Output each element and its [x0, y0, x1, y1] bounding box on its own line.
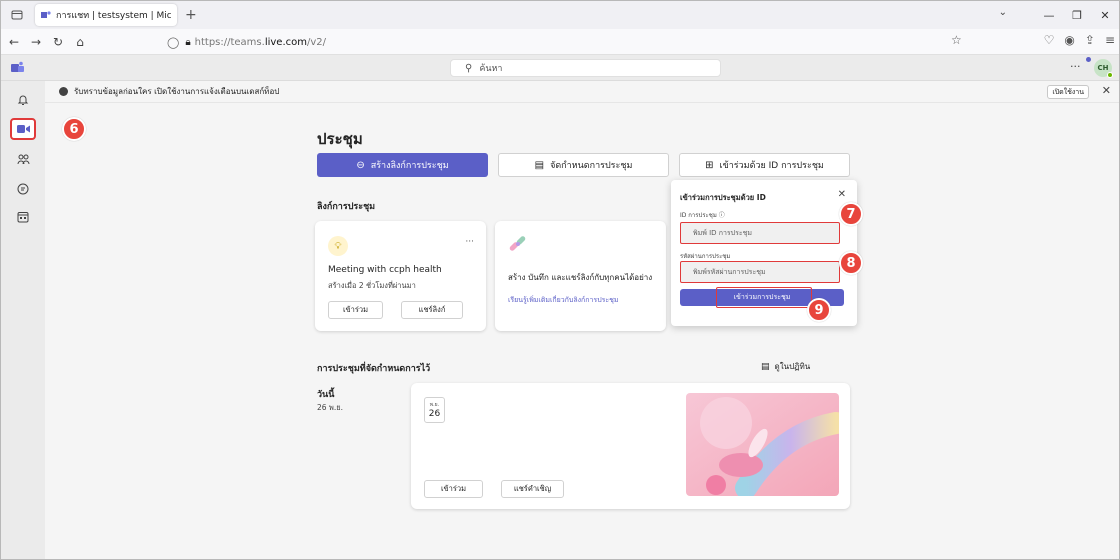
banner-text: รับทราบข้อมูลก่อนใคร เปิดใช้งานการแจ้งเต… [74, 87, 280, 96]
tab-list-icon[interactable] [7, 5, 27, 25]
lightbulb-icon: 💡︎ [328, 236, 348, 256]
scheduled-meeting-card[interactable]: พ.ย. 26 เข้าร่วม แชร์คำเชิญ [411, 383, 850, 509]
community-icon[interactable] [10, 148, 36, 170]
share-invite-button[interactable]: แชร์คำเชิญ [501, 480, 564, 498]
date-day: 26 [428, 409, 441, 419]
teams-favicon-icon [41, 11, 51, 18]
page-title: ประชุม [317, 130, 363, 148]
minimize-icon[interactable]: — [1035, 9, 1063, 22]
join-button[interactable]: เข้าร่วม [424, 480, 483, 498]
join-button[interactable]: เข้าร่วม [328, 301, 383, 319]
back-icon[interactable]: ← [5, 35, 23, 49]
shield-icon: ◯ [167, 35, 180, 49]
link-icon: ⊖ [356, 159, 365, 171]
schedule-label: จัดกำหนดการประชุม [550, 161, 633, 171]
section-heading-links: ลิงก์การประชุม [317, 202, 376, 212]
meeting-subtitle: สร้างเมื่อ 2 ชั่วโมงที่ผ่านมา [328, 281, 416, 290]
date-chip: พ.ย. 26 [424, 397, 445, 423]
meet-page: ประชุม ⊖ สร้างลิงก์การประชุม ▤ จัดกำหนดก… [45, 103, 1119, 559]
avatar-initials: CH [1097, 64, 1109, 72]
notification-banner: รับทราบข้อมูลก่อนใคร เปิดใช้งานการแจ้งเต… [45, 81, 1119, 103]
browser-navbar: ← → ↻ ⌂ ◯ 🔒︎ https://teams. live.com/v2/ … [1, 29, 1119, 55]
activity-bell-icon[interactable] [10, 89, 36, 111]
meeting-id-label: ID การประชุม ⓘ [680, 212, 725, 219]
restore-icon[interactable]: ❐ [1063, 9, 1091, 22]
passcode-label: รหัสผ่านการประชุม [680, 253, 731, 260]
join-with-id-button[interactable]: ⊞ เข้าร่วมด้วย ID การประชุม [679, 153, 850, 177]
new-tab-button[interactable]: + [185, 7, 197, 23]
create-meeting-link-button[interactable]: ⊖ สร้างลิงก์การประชุม [317, 153, 488, 177]
view-in-calendar-link[interactable]: ▤ ดูในปฏิทิน [761, 360, 810, 373]
step-marker-8: 8 [839, 251, 863, 275]
calendar-icon[interactable] [10, 206, 36, 228]
calendar-icon: ▤ [534, 159, 545, 171]
chat-icon[interactable] [10, 178, 36, 200]
toolbar-icons: ♡ ◉ ⇪ ≡ [1044, 33, 1115, 47]
calendar-icon: ▤ [761, 361, 770, 372]
url-host: live.com [264, 36, 307, 48]
info-icon [59, 87, 68, 96]
bookmark-star-icon[interactable]: ☆ [951, 33, 962, 47]
passcode-input[interactable]: พิมพ์รหัสผ่านการประชุม [680, 261, 840, 283]
chevron-down-icon[interactable]: ⌄ [999, 7, 1007, 18]
today-label: วันนี้ [317, 390, 335, 400]
dialog-title: เข้าร่วมการประชุมด้วย ID [680, 193, 766, 202]
tab-strip: การแชท | testsystem | Microsoft × + ⌄ — … [1, 1, 1119, 29]
close-icon[interactable]: ✕ [1102, 84, 1111, 97]
step-marker-9: 9 [807, 298, 831, 322]
today-date: 26 พ.ย. [317, 403, 344, 412]
enable-notifications-button[interactable]: เปิดใช้งาน [1047, 85, 1089, 99]
meeting-title: Meeting with ccph health [328, 265, 442, 275]
menu-icon[interactable]: ≡ [1105, 33, 1115, 47]
share-link-button[interactable]: แชร์ลิงก์ [401, 301, 463, 319]
tab-title: การแชท | testsystem | Microsoft × [56, 11, 171, 21]
reload-icon[interactable]: ↻ [49, 35, 67, 49]
search-icon: ⚲ [465, 62, 473, 74]
meeting-link-info-card: สร้าง บันทึก และแชร์ลิงก์กับทุกคนได้อย่า… [495, 221, 666, 331]
join-button-highlight [716, 287, 812, 308]
step-marker-7: 7 [839, 202, 863, 226]
account-icon[interactable]: ◉ [1064, 33, 1074, 47]
schedule-meeting-button[interactable]: ▤ จัดกำหนดการประชุม [498, 153, 669, 177]
browser-window: การแชท | testsystem | Microsoft × + ⌄ — … [0, 0, 1120, 560]
avatar[interactable]: CH [1094, 59, 1113, 78]
share-icon[interactable]: ⇪ [1085, 33, 1095, 47]
search-placeholder: ค้นหา [479, 64, 503, 74]
passcode-placeholder: พิมพ์รหัสผ่านการประชุม [693, 267, 766, 276]
browser-tab[interactable]: การแชท | testsystem | Microsoft × [35, 4, 177, 26]
url-path: /v2/ [307, 36, 327, 48]
chain-link-icon [509, 236, 526, 251]
lock-icon: 🔒︎ [185, 36, 191, 48]
address-bar[interactable]: ◯ 🔒︎ https://teams. live.com/v2/ [167, 32, 977, 52]
teams-header: ⚲ ค้นหา ··· CH [1, 55, 1119, 81]
meeting-illustration [686, 393, 839, 496]
url-prefix: https://teams. [194, 36, 265, 48]
notification-dot-icon [1086, 57, 1091, 62]
more-options-icon[interactable]: ··· [465, 237, 474, 247]
create-link-label: สร้างลิงก์การประชุม [370, 161, 449, 171]
learn-more-link[interactable]: เรียนรู้เพิ่มเติมเกี่ยวกับลิงก์การประชุม [508, 295, 619, 306]
home-icon[interactable]: ⌂ [71, 35, 89, 49]
section-heading-scheduled: การประชุมที่จัดกำหนดการไว้ [317, 364, 431, 374]
close-icon[interactable]: ✕ [838, 189, 846, 200]
close-icon[interactable]: ✕ [1091, 9, 1119, 22]
join-id-label: เข้าร่วมด้วย ID การประชุม [719, 161, 824, 171]
teams-logo-icon [11, 61, 24, 72]
pocket-icon[interactable]: ♡ [1044, 33, 1055, 47]
view-calendar-label: ดูในปฏิทิน [774, 362, 811, 371]
meeting-id-placeholder: พิมพ์ ID การประชุม [693, 228, 753, 237]
meeting-id-input[interactable]: พิมพ์ ID การประชุม [680, 222, 840, 244]
info-text: สร้าง บันทึก และแชร์ลิงก์กับทุกคนได้อย่า… [508, 273, 653, 282]
meet-video-icon[interactable] [10, 118, 36, 140]
meeting-link-card[interactable]: 💡︎ ··· Meeting with ccph health สร้างเมื… [315, 221, 486, 331]
forward-icon[interactable]: → [27, 35, 45, 49]
hash-icon: ⊞ [705, 159, 714, 171]
date-month: พ.ย. [429, 402, 440, 408]
search-input[interactable]: ⚲ ค้นหา [450, 59, 721, 77]
more-options-icon[interactable]: ··· [1070, 60, 1081, 73]
step-marker-6: 6 [62, 117, 86, 141]
window-controls: — ❐ ✕ [1035, 1, 1119, 29]
presence-status-icon [1107, 72, 1113, 78]
left-rail [1, 81, 45, 559]
